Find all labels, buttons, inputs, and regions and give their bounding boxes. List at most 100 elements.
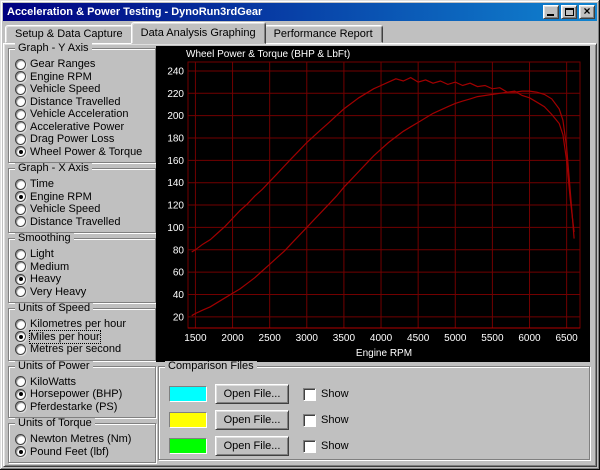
radio-icon [15, 133, 26, 145]
radio-label: Accelerative Power [30, 120, 125, 133]
radio-label: KiloWatts [30, 375, 77, 388]
radio-option-smoothing-3[interactable]: Very Heavy [15, 286, 153, 299]
show-checkbox[interactable] [303, 387, 316, 401]
radio-icon [15, 58, 26, 70]
radio-label: Vehicle Speed [30, 83, 101, 96]
radio-label: Engine RPM [30, 190, 92, 203]
radio-option-graph-y-axis-0[interactable]: Gear Ranges [15, 58, 153, 71]
radio-label: Metres per second [30, 343, 122, 356]
group-title-graph-x-axis: Graph - X Axis [15, 163, 92, 174]
comparison-files-group: Comparison Files Open File... Show Open Fi… [158, 361, 590, 460]
y-tick-label: 180 [167, 134, 184, 145]
radio-option-graph-x-axis-2[interactable]: Vehicle Speed [15, 203, 153, 216]
group-graph-x-axis: Graph - X Axis Time Engine RPM Vehicle Spee… [8, 163, 156, 233]
comparison-color-swatch [169, 438, 207, 454]
comparison-color-swatch [169, 386, 207, 402]
open-file-button[interactable]: Open File... [215, 436, 289, 456]
radio-icon [15, 108, 26, 120]
y-tick-label: 80 [173, 245, 185, 256]
radio-label: Horsepower (BHP) [30, 388, 123, 401]
radio-option-units-of-power-0[interactable]: KiloWatts [15, 376, 153, 389]
minimize-button[interactable] [543, 5, 559, 19]
radio-icon [15, 273, 26, 285]
close-icon: × [583, 4, 591, 18]
radio-label: Time [30, 178, 55, 191]
radio-icon [15, 318, 26, 330]
x-tick-label: 4500 [407, 333, 430, 344]
radio-option-units-of-torque-0[interactable]: Newton Metres (Nm) [15, 433, 153, 446]
radio-option-graph-y-axis-5[interactable]: Accelerative Power [15, 121, 153, 134]
radio-icon [15, 343, 26, 355]
radio-option-graph-y-axis-6[interactable]: Drag Power Loss [15, 133, 153, 146]
open-file-button[interactable]: Open File... [215, 410, 289, 430]
radio-option-smoothing-2[interactable]: Heavy [15, 273, 153, 286]
radio-icon [15, 331, 26, 343]
chart-area: Wheel Power & Torque (BHP & LbFt) 1500 20… [156, 46, 590, 362]
radio-option-graph-y-axis-7[interactable]: Wheel Power & Torque [15, 146, 153, 159]
chart-x-axis-label: Engine RPM [355, 348, 413, 359]
radio-option-graph-x-axis-0[interactable]: Time [15, 178, 153, 191]
radio-label: Drag Power Loss [30, 133, 115, 146]
show-checkbox-label: Show [321, 440, 349, 452]
y-tick-label: 20 [173, 312, 185, 323]
title-bar[interactable]: Acceleration & Power Testing - DynoRun3r… [3, 3, 597, 21]
radio-label: Pferdestarke (PS) [30, 400, 118, 413]
radio-option-smoothing-1[interactable]: Medium [15, 261, 153, 274]
y-tick-label: 240 [167, 66, 184, 77]
radio-icon [15, 96, 26, 108]
x-tick-label: 1500 [184, 333, 207, 344]
tab-data-analysis-graphing[interactable]: Data Analysis Graphing [130, 22, 266, 44]
radio-option-graph-x-axis-1[interactable]: Engine RPM [15, 191, 153, 204]
radio-option-graph-y-axis-4[interactable]: Vehicle Acceleration [15, 108, 153, 121]
radio-icon [15, 203, 26, 215]
radio-icon [15, 446, 26, 458]
comparison-files-title: Comparison Files [165, 361, 257, 372]
window-title: Acceleration & Power Testing - DynoRun3r… [7, 6, 263, 18]
radio-label: Newton Metres (Nm) [30, 433, 132, 446]
maximize-button[interactable] [561, 5, 577, 19]
radio-label: Engine RPM [30, 70, 92, 83]
radio-option-units-of-torque-1[interactable]: Pound Feet (lbf) [15, 446, 153, 459]
radio-option-units-of-speed-1[interactable]: Miles per hour [15, 329, 153, 344]
group-smoothing: Smoothing Light Medium Heavy Very Heavy [8, 233, 156, 303]
radio-option-graph-y-axis-3[interactable]: Distance Travelled [15, 96, 153, 109]
radio-icon [15, 388, 26, 400]
series-power-bhp- [191, 90, 575, 317]
x-tick-label: 3500 [333, 333, 356, 344]
radio-option-units-of-power-2[interactable]: Pferdestarke (PS) [15, 401, 153, 414]
radio-label: Vehicle Acceleration [30, 108, 129, 121]
maximize-icon [564, 8, 574, 16]
radio-icon [15, 121, 26, 133]
show-checkbox[interactable] [303, 413, 316, 427]
series-torque-lbft- [191, 76, 575, 253]
tab-performance-report[interactable]: Performance Report [263, 25, 383, 43]
radio-option-units-of-speed-0[interactable]: Kilometres per hour [15, 318, 153, 331]
minimize-icon [547, 14, 554, 16]
radio-option-graph-x-axis-3[interactable]: Distance Travelled [15, 216, 153, 229]
radio-option-smoothing-0[interactable]: Light [15, 248, 153, 261]
radio-label: Vehicle Speed [30, 203, 101, 216]
radio-option-units-of-speed-2[interactable]: Metres per second [15, 343, 153, 356]
radio-option-graph-y-axis-2[interactable]: Vehicle Speed [15, 83, 153, 96]
tab-strip: Setup & Data Capture Data Analysis Graph… [3, 21, 597, 44]
x-tick-label: 3000 [296, 333, 319, 344]
y-tick-label: 40 [173, 290, 185, 301]
tab-page: Graph - Y Axis Gear Ranges Engine RPM Vehic… [3, 43, 597, 467]
group-title-graph-y-axis: Graph - Y Axis [15, 43, 92, 54]
comparison-row-0: Open File... Show [169, 384, 587, 404]
radio-option-graph-y-axis-1[interactable]: Engine RPM [15, 71, 153, 84]
radio-icon [15, 146, 26, 158]
left-column: Graph - Y Axis Gear Ranges Engine RPM Vehic… [8, 43, 156, 468]
open-file-button[interactable]: Open File... [215, 384, 289, 404]
radio-label: Distance Travelled [30, 95, 121, 108]
show-checkbox[interactable] [303, 439, 316, 453]
radio-icon [15, 71, 26, 83]
radio-icon [15, 433, 26, 445]
tab-setup-data-capture[interactable]: Setup & Data Capture [5, 25, 133, 43]
group-units-of-torque: Units of Torque Newton Metres (Nm) Pound F… [8, 418, 156, 463]
radio-option-units-of-power-1[interactable]: Horsepower (BHP) [15, 388, 153, 401]
y-tick-label: 220 [167, 89, 184, 100]
close-button[interactable]: × [579, 5, 595, 19]
radio-icon [15, 83, 26, 95]
x-tick-label: 2000 [221, 333, 244, 344]
